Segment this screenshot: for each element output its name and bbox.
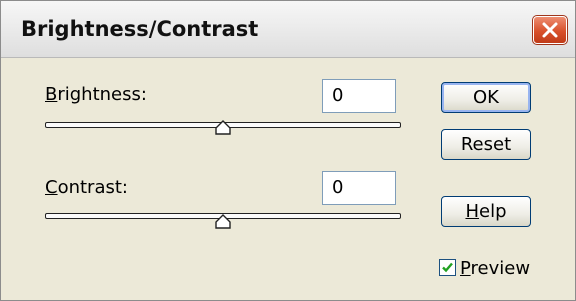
preview-checkbox[interactable] xyxy=(439,259,456,276)
preview-label[interactable]: Preview xyxy=(460,258,530,279)
close-icon xyxy=(542,22,558,38)
help-button[interactable]: Help xyxy=(441,196,531,227)
brightness-input[interactable]: 0 xyxy=(322,79,396,113)
brightness-label: Brightness: xyxy=(45,84,147,105)
brightness-contrast-dialog: Brightness/Contrast Brightness: 0 Contra… xyxy=(0,0,576,301)
checkmark-icon xyxy=(442,262,453,273)
contrast-slider-thumb[interactable] xyxy=(215,214,231,229)
brightness-slider-thumb[interactable] xyxy=(215,120,231,135)
title-bar[interactable]: Brightness/Contrast xyxy=(1,1,575,58)
window-title: Brightness/Contrast xyxy=(21,17,259,41)
reset-button[interactable]: Reset xyxy=(441,129,531,160)
contrast-label: Contrast: xyxy=(45,177,128,198)
ok-button[interactable]: OK xyxy=(441,82,531,113)
close-button[interactable] xyxy=(532,15,568,45)
contrast-input[interactable]: 0 xyxy=(322,171,396,205)
